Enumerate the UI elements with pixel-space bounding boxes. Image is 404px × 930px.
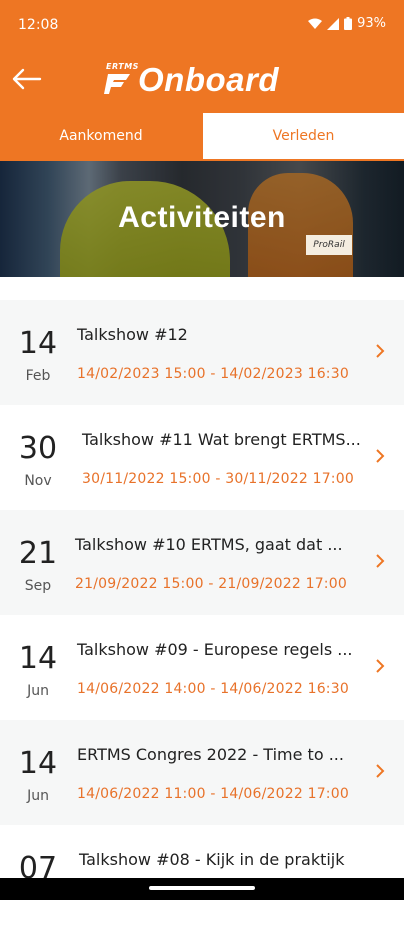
item-month: Jun	[27, 683, 49, 699]
item-month: Jun	[27, 788, 49, 804]
item-title: ERTMS Congres 2022 - Time to ...	[77, 745, 344, 764]
item-title: Talkshow #11 Wat brengt ERTMS...	[82, 430, 361, 449]
item-day: 14	[18, 746, 58, 781]
signal-icon	[327, 17, 340, 30]
banner-sign: ProRail	[306, 235, 352, 255]
item-title: Talkshow #10 ERTMS, gaat dat ...	[75, 535, 343, 554]
list-item[interactable]: 14 Jun ERTMS Congres 2022 - Time to ... …	[0, 720, 404, 825]
item-month: Feb	[25, 368, 51, 384]
banner-title: Activiteiten	[118, 201, 286, 234]
tab-aankomend[interactable]: Aankomend	[0, 113, 202, 159]
item-day: 14	[18, 326, 58, 361]
item-month: Sep	[24, 578, 52, 594]
status-bar: 12:08 93%	[0, 0, 404, 50]
status-icons: 93%	[308, 16, 386, 31]
item-day: 30	[18, 431, 58, 466]
tab-verleden[interactable]: Verleden	[203, 113, 404, 159]
tab-bar: Aankomend Verleden	[0, 113, 404, 161]
logo-small-text: ERTMS	[106, 62, 139, 71]
item-month: Nov	[24, 473, 52, 489]
status-time: 12:08	[18, 17, 59, 33]
item-dates: 14/02/2023 15:00 - 14/02/2023 16:30	[77, 366, 349, 382]
item-dates: 21/09/2022 15:00 - 21/09/2022 17:00	[75, 576, 347, 592]
item-dates: 14/06/2022 14:00 - 14/06/2022 16:30	[77, 681, 349, 697]
item-dates: 30/11/2022 15:00 - 30/11/2022 17:00	[82, 471, 354, 487]
battery-level: 93%	[357, 16, 386, 31]
chevron-right-icon	[376, 449, 385, 463]
item-day: 14	[18, 641, 58, 676]
back-arrow-icon[interactable]	[10, 64, 44, 94]
chevron-right-icon	[376, 344, 385, 358]
home-gesture-handle[interactable]	[149, 886, 255, 890]
logo-wordmark: Onboard	[138, 61, 279, 98]
list-item[interactable]: 14 Feb Talkshow #12 14/02/2023 15:00 - 1…	[0, 300, 404, 405]
item-title: Talkshow #08 - Kijk in de praktijk	[79, 850, 345, 869]
chevron-right-icon	[376, 764, 385, 778]
battery-icon	[344, 17, 353, 30]
chevron-right-icon	[376, 554, 385, 568]
system-nav-bar	[0, 878, 404, 900]
item-title: Talkshow #12	[77, 325, 188, 344]
banner: ProRail Activiteiten	[0, 161, 404, 277]
wifi-icon	[308, 18, 323, 29]
logo-mark-icon	[104, 74, 130, 94]
activity-list: 14 Feb Talkshow #12 14/02/2023 15:00 - 1…	[0, 300, 404, 930]
list-item[interactable]: 30 Nov Talkshow #11 Wat brengt ERTMS... …	[0, 405, 404, 510]
item-title: Talkshow #09 - Europese regels ...	[77, 640, 353, 659]
item-day: 21	[18, 536, 58, 571]
app-bar: ERTMS Onboard	[0, 50, 404, 113]
chevron-right-icon	[376, 659, 385, 673]
app-logo: ERTMS Onboard	[104, 60, 279, 100]
list-item[interactable]: 14 Jun Talkshow #09 - Europese regels ..…	[0, 615, 404, 720]
item-dates: 14/06/2022 11:00 - 14/06/2022 17:00	[77, 786, 349, 802]
list-item[interactable]: 21 Sep Talkshow #10 ERTMS, gaat dat ... …	[0, 510, 404, 615]
